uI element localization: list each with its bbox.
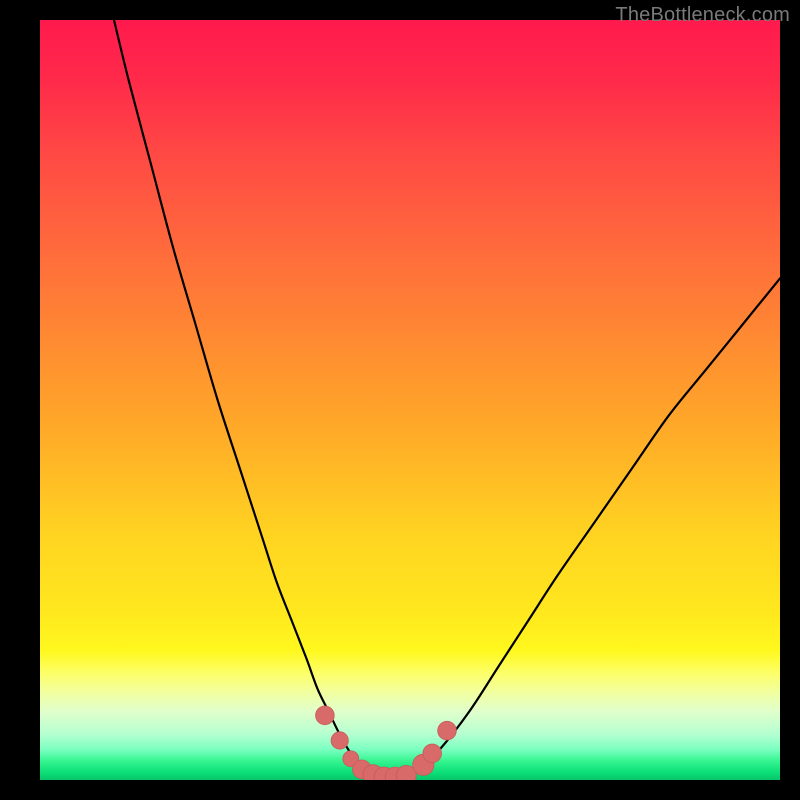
- data-marker: [331, 732, 348, 749]
- chart-frame: TheBottleneck.com: [0, 0, 800, 800]
- watermark-text: TheBottleneck.com: [615, 4, 790, 27]
- data-marker: [423, 744, 442, 763]
- plot-area: [40, 20, 780, 780]
- data-marker: [316, 706, 335, 725]
- chart-svg: [40, 20, 780, 780]
- bottleneck-curve: [114, 20, 780, 779]
- data-markers: [316, 706, 457, 780]
- data-marker: [438, 721, 457, 740]
